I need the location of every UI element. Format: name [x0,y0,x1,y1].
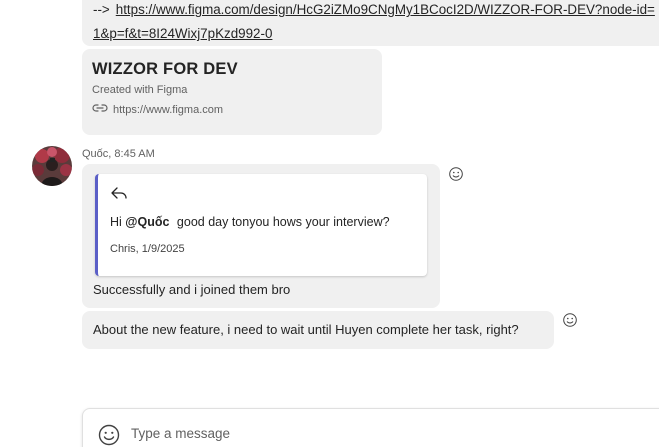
reaction-smiley-icon[interactable] [561,311,579,329]
message-sender-time: Quốc, 8:45 AM [82,148,155,160]
compose-box [82,408,659,447]
avatar[interactable] [32,146,72,186]
preview-title: WIZZOR FOR DEV [92,60,238,78]
link-message-bubble: --> https://www.figma.com/design/HcG2iZMo… [82,0,659,46]
quote-body: good day tonyou hows your interview? [176,215,390,229]
reaction-smiley-icon[interactable] [447,165,465,183]
link-preview-card[interactable]: WIZZOR FOR DEV Created with Figma https:… [82,49,382,135]
quote-mention[interactable]: @Quốc [125,215,169,229]
figma-link-continued[interactable]: 1&p=f&t=8I24Wixj7pKzd992-0 [93,26,272,41]
message-input[interactable] [131,421,631,445]
followup-message-text: About the new feature, i need to wait un… [93,322,519,337]
quoted-text: Hi @Quốc good day tonyou hows your inter… [110,215,415,229]
arrow-prefix: --> [93,2,110,17]
figma-link[interactable]: https://www.figma.com/design/HcG2iZMo9CN… [116,2,655,17]
preview-subtitle: Created with Figma [92,84,188,96]
reply-arrow-icon [110,187,128,204]
preview-url-text: https://www.figma.com [113,103,224,116]
quote-sender-date: Chris, 1/9/2025 [110,243,185,255]
quote-greeting: Hi [110,215,122,229]
emoji-icon[interactable] [97,423,121,447]
reply-message-text: Successfully and i joined them bro [93,282,291,297]
link-line-1: --> https://www.figma.com/design/HcG2iZMo… [93,0,659,22]
link-icon [92,103,108,116]
reply-message-bubble: Hi @Quốc good day tonyou hows your inter… [82,164,440,308]
link-line-2: 1&p=f&t=8I24Wixj7pKzd992-0 [93,22,659,46]
preview-url: https://www.figma.com [92,103,372,116]
chat-area: --> https://www.figma.com/design/HcG2iZMo… [0,0,659,447]
quoted-message[interactable]: Hi @Quốc good day tonyou hows your inter… [95,174,427,276]
followup-message-bubble: About the new feature, i need to wait un… [82,311,554,349]
